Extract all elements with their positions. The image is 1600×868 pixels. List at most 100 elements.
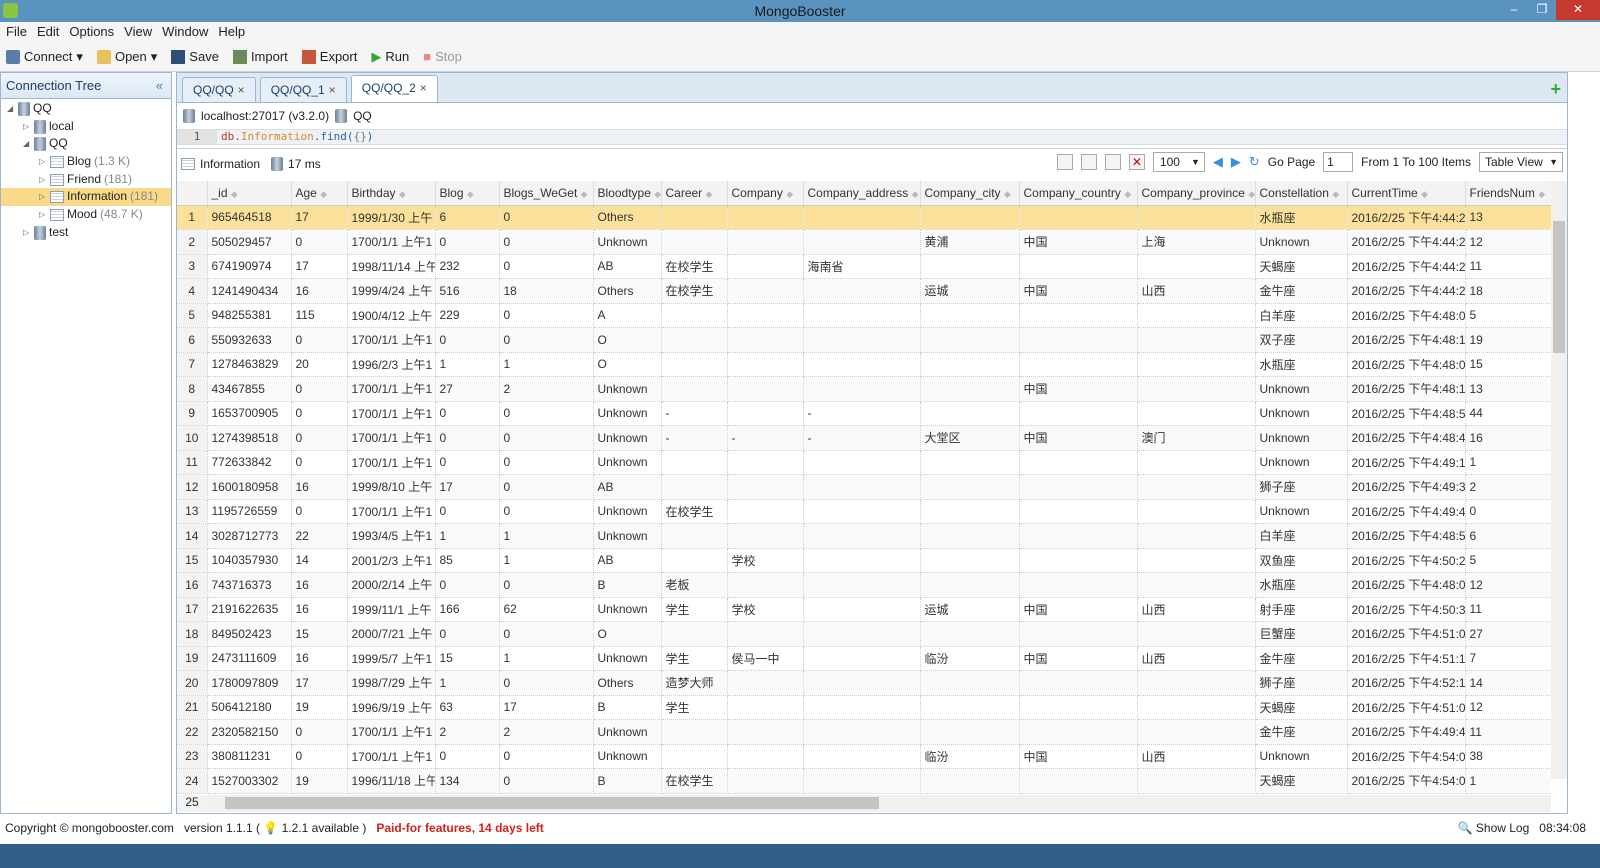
cell-age[interactable]: 0	[291, 499, 348, 524]
cell-bloodtype[interactable]: Unknown	[593, 646, 662, 671]
cell-career[interactable]: -	[661, 401, 728, 426]
cell-career[interactable]	[661, 303, 728, 328]
cell-blog[interactable]: 0	[435, 572, 500, 598]
cell-birthday[interactable]: 1999/1/30 上午	[347, 205, 436, 230]
cell-birthday[interactable]: 2001/2/3 上午1	[347, 548, 436, 573]
collapsed-arrow-icon[interactable]: ▷	[23, 118, 31, 136]
cell-company-country[interactable]	[1019, 401, 1138, 426]
cell-age[interactable]: 16	[291, 572, 348, 598]
table-row[interactable]: 16 743716373 16 2000/2/14 上午 0 0 B 老板 水瓶座 2016/2/…	[177, 572, 1551, 598]
cell-birthday[interactable]: 1999/8/10 上午	[347, 474, 436, 500]
cell-constellation[interactable]: 水瓶座	[1255, 352, 1348, 377]
cell-company-city[interactable]	[920, 401, 1020, 426]
cell-blogs-weget[interactable]: 0	[499, 768, 594, 794]
cell-age[interactable]: 0	[291, 229, 348, 255]
cell-company-address[interactable]	[803, 499, 921, 524]
cell-company-country[interactable]: 中国	[1019, 376, 1138, 402]
column-header-blog[interactable]: Blog ◆	[435, 181, 500, 206]
cell-friendsnum[interactable]: 1	[1465, 768, 1551, 794]
cell-blog[interactable]: 17	[435, 474, 500, 500]
cell-company-country[interactable]	[1019, 548, 1138, 573]
cell-currenttime[interactable]: 2016/2/25 下午4:48:0	[1347, 352, 1466, 377]
cell-company[interactable]	[727, 474, 804, 500]
export-button[interactable]: Export	[301, 49, 357, 64]
cell-company-address[interactable]	[803, 229, 921, 255]
cell-currenttime[interactable]: 2016/2/25 下午4:44:2	[1347, 278, 1466, 304]
cell-company-address[interactable]	[803, 303, 921, 328]
cell-age[interactable]: 0	[291, 401, 348, 426]
column-header-blogs-weget[interactable]: Blogs_WeGet ◆	[499, 181, 594, 206]
cell-career[interactable]	[661, 523, 728, 549]
cell-currenttime[interactable]: 2016/2/25 下午4:48:4	[1347, 425, 1466, 451]
cell-blog[interactable]: 85	[435, 548, 500, 573]
cell-blog[interactable]: 516	[435, 278, 500, 304]
cell-blogs-weget[interactable]: 0	[499, 229, 594, 255]
cell-company-city[interactable]: 临汾	[920, 744, 1020, 769]
cell-company-province[interactable]	[1137, 719, 1256, 745]
cell-bloodtype[interactable]: AB	[593, 474, 662, 500]
cell-company-province[interactable]: 山西	[1137, 597, 1256, 622]
cell-company[interactable]	[727, 670, 804, 696]
cell-friendsnum[interactable]: 11	[1465, 597, 1551, 622]
cell-company-country[interactable]: 中国	[1019, 597, 1138, 622]
close-tab-icon[interactable]: ×	[238, 83, 245, 97]
cell-company[interactable]	[727, 352, 804, 377]
cell-blog[interactable]: 0	[435, 621, 500, 647]
cell-company-city[interactable]: 运城	[920, 278, 1020, 304]
cell-birthday[interactable]: 1700/1/1 上午1	[347, 229, 436, 255]
query-editor[interactable]: 1 db.Information.find({})	[177, 129, 1567, 145]
menu-options[interactable]: Options	[65, 22, 118, 42]
cell-company-city[interactable]	[920, 695, 1020, 720]
run-button[interactable]: ▶ Run	[371, 49, 409, 65]
cell-company[interactable]	[727, 278, 804, 304]
cell-bloodtype[interactable]: Unknown	[593, 425, 662, 451]
cell-company-city[interactable]	[920, 254, 1020, 279]
cell-constellation[interactable]: 巨蟹座	[1255, 621, 1348, 647]
restore-button[interactable]: ❐	[1528, 0, 1556, 20]
cell-bloodtype[interactable]: Others	[593, 205, 662, 230]
cell-birthday[interactable]: 1999/5/7 上午1	[347, 646, 436, 671]
cell-company-address[interactable]	[803, 719, 921, 745]
cell--id[interactable]: 506412180	[207, 695, 292, 720]
column-header-currenttime[interactable]: CurrentTime ◆	[1347, 181, 1466, 206]
cell-currenttime[interactable]: 2016/2/25 下午4:50:2	[1347, 548, 1466, 573]
cell-company-country[interactable]: 中国	[1019, 744, 1138, 769]
cell-company-address[interactable]	[803, 597, 921, 622]
cell-company-city[interactable]	[920, 352, 1020, 377]
cell-company-address[interactable]	[803, 376, 921, 402]
cell-birthday[interactable]: 1700/1/1 上午1	[347, 744, 436, 769]
cell-birthday[interactable]: 1998/7/29 上午	[347, 670, 436, 696]
cell-age[interactable]: 16	[291, 278, 348, 304]
cell-company-province[interactable]	[1137, 352, 1256, 377]
cell-constellation[interactable]: Unknown	[1255, 401, 1348, 426]
cell-blogs-weget[interactable]: 0	[499, 401, 594, 426]
cell-currenttime[interactable]: 2016/2/25 下午4:48:1	[1347, 327, 1466, 353]
cell-company-province[interactable]	[1137, 450, 1256, 475]
cell-friendsnum[interactable]: 5	[1465, 303, 1551, 328]
cell-company-address[interactable]: -	[803, 425, 921, 451]
cell-friendsnum[interactable]: 0	[1465, 499, 1551, 524]
cell-constellation[interactable]: Unknown	[1255, 450, 1348, 475]
cell-bloodtype[interactable]: O	[593, 327, 662, 353]
table-row[interactable]: 24 1527003302 19 1996/11/18 上午 134 0 B 在校学生 天蝎座 2…	[177, 768, 1551, 794]
cell-company-country[interactable]	[1019, 621, 1138, 647]
cell-constellation[interactable]: 狮子座	[1255, 474, 1348, 500]
cell-blogs-weget[interactable]: 0	[499, 205, 594, 230]
cell--id[interactable]: 1278463829	[207, 352, 292, 377]
cell-currenttime[interactable]: 2016/2/25 下午4:51:0	[1347, 621, 1466, 647]
cell-company-country[interactable]	[1019, 205, 1138, 230]
cell-currenttime[interactable]: 2016/2/25 下午4:48:0	[1347, 572, 1466, 598]
cell-company-address[interactable]	[803, 744, 921, 769]
cell-blogs-weget[interactable]: 2	[499, 376, 594, 402]
cell-company-province[interactable]: 澳门	[1137, 425, 1256, 451]
cell-constellation[interactable]: 金牛座	[1255, 646, 1348, 671]
cell-company-province[interactable]	[1137, 254, 1256, 279]
cell-company-country[interactable]: 中国	[1019, 278, 1138, 304]
cell-company-province[interactable]	[1137, 768, 1256, 794]
cell-blogs-weget[interactable]: 1	[499, 646, 594, 671]
table-row[interactable]: 18 849502423 15 2000/7/21 上午 0 0 O 巨蟹座 2016/2/25…	[177, 621, 1551, 647]
cell-company-province[interactable]	[1137, 327, 1256, 353]
cell-company-city[interactable]: 临汾	[920, 646, 1020, 671]
sort-icon[interactable]: ◆	[1004, 189, 1011, 199]
cell-company-address[interactable]	[803, 474, 921, 500]
